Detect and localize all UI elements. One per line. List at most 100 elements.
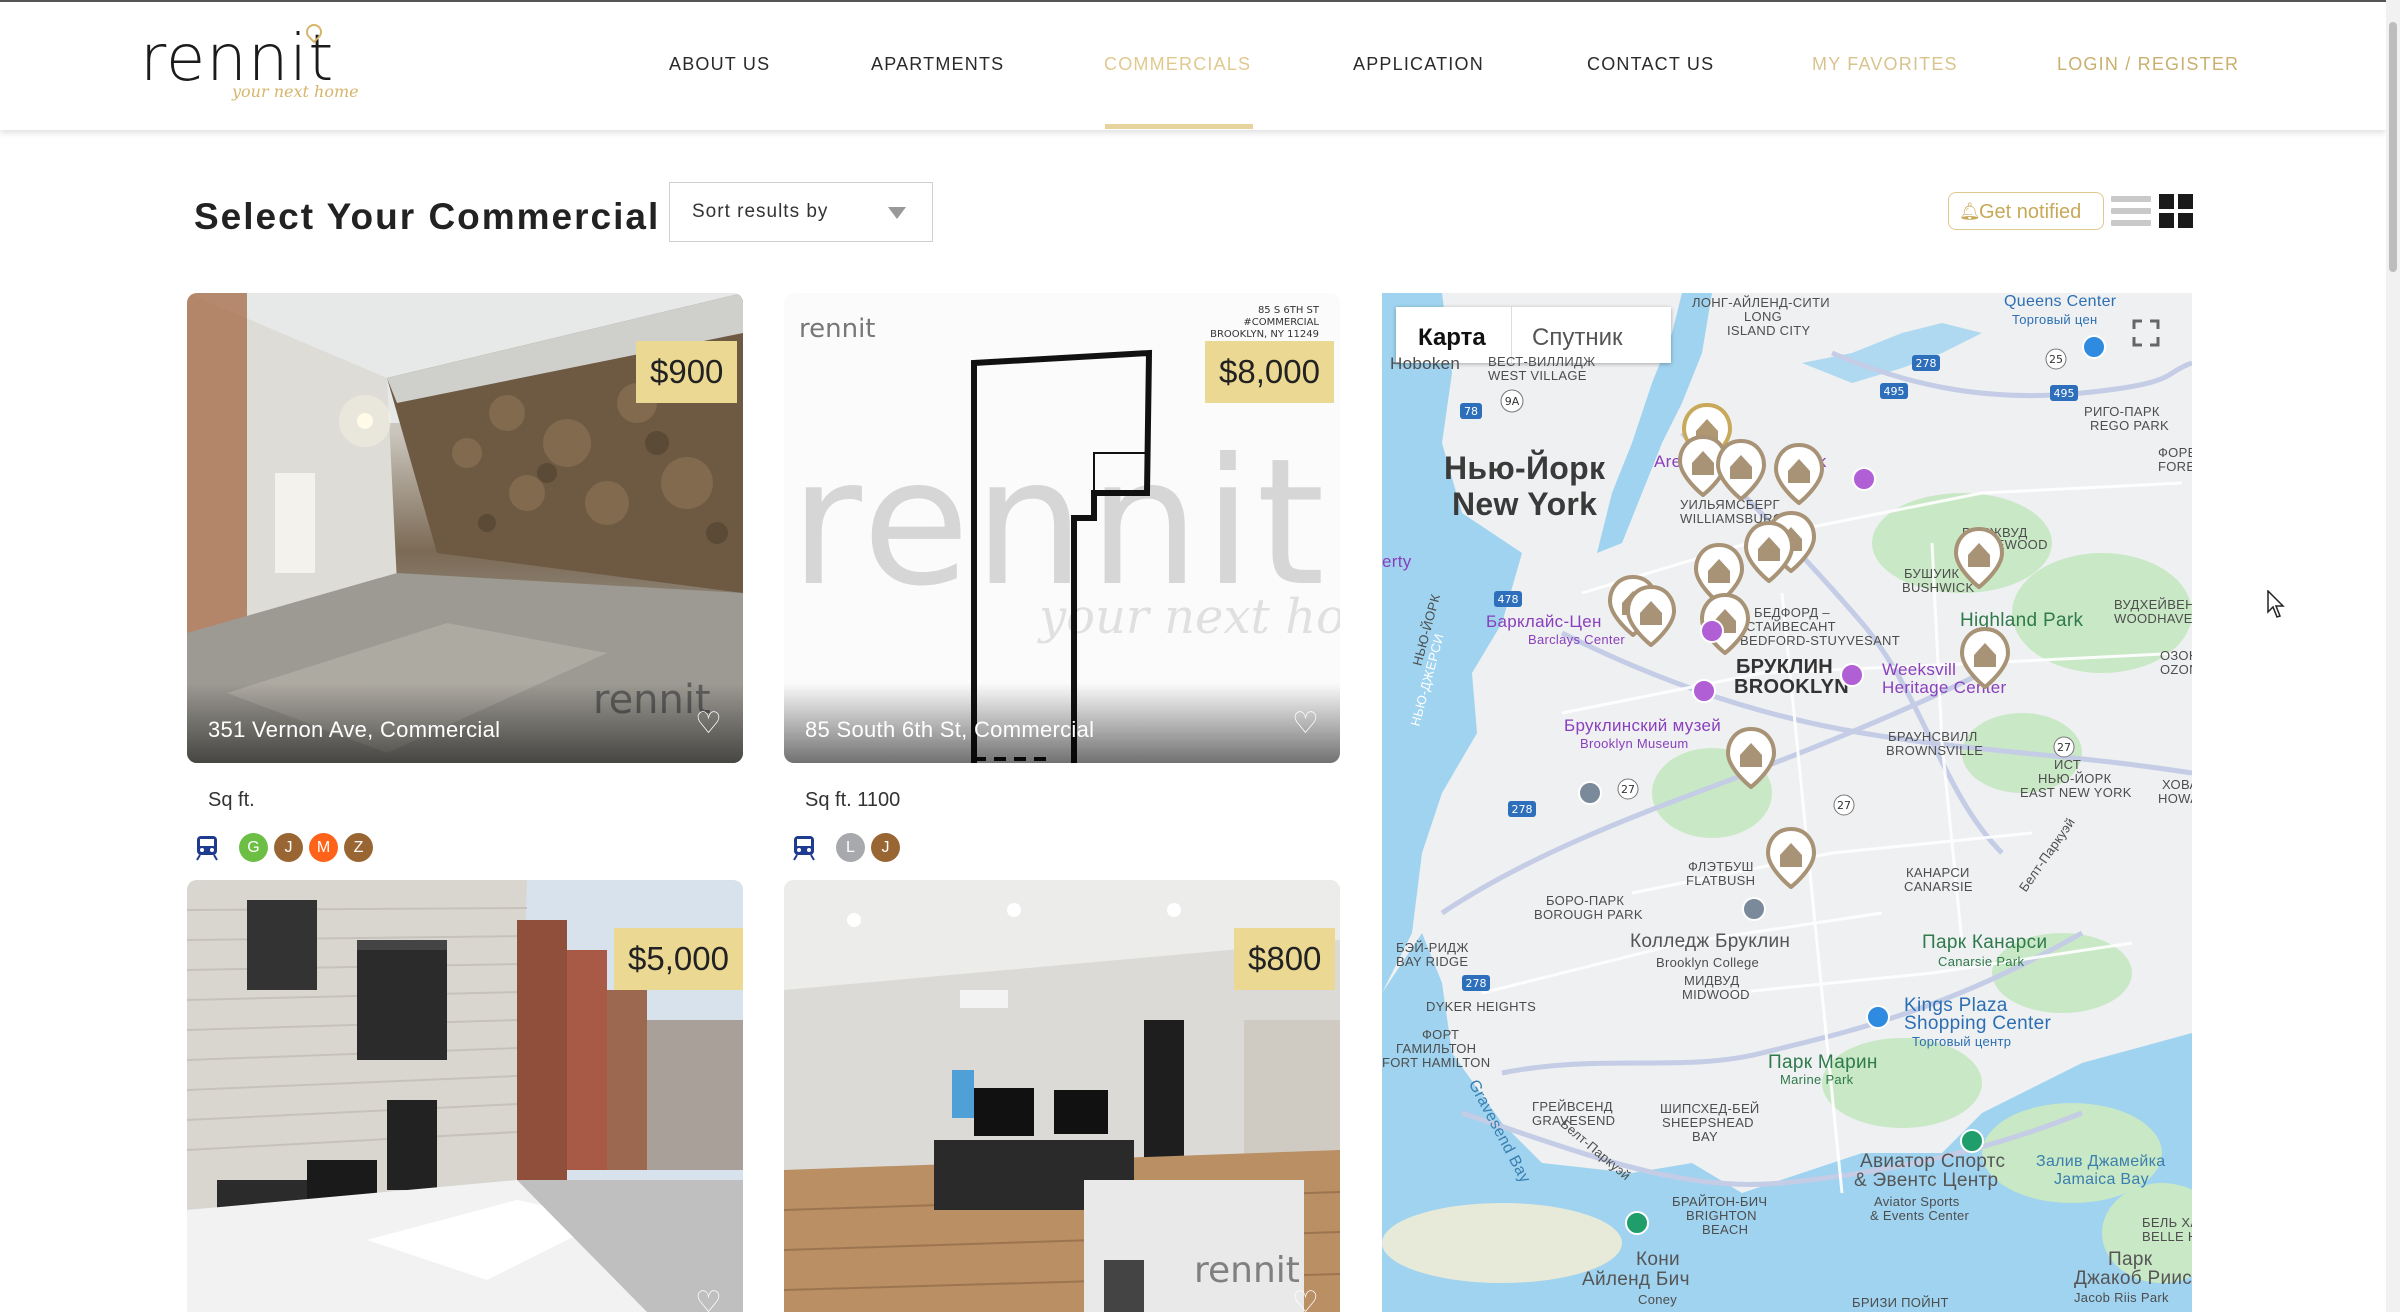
map-label: Queens Center bbox=[2004, 293, 2117, 310]
map-city-label: Нью-Йорк bbox=[1444, 450, 1606, 486]
favorite-heart-icon[interactable]: ♡ bbox=[695, 709, 725, 739]
subway-line-badge: G bbox=[239, 833, 268, 862]
listing-photo[interactable]: rennit $900 351 Vernon Ave, Commercial ♡ bbox=[187, 293, 743, 763]
subway-line-badge: Z bbox=[344, 833, 373, 862]
map-label: ГАМИЛЬТОН bbox=[1396, 1041, 1477, 1056]
favorite-heart-icon[interactable]: ♡ bbox=[1292, 709, 1322, 739]
favorite-heart-icon[interactable]: ♡ bbox=[695, 1288, 725, 1312]
map-label: BEACH bbox=[1702, 1222, 1749, 1237]
mouse-cursor-icon bbox=[2267, 590, 2285, 618]
listing-photo[interactable]: rennit 85 S 6TH ST #COMMERCIAL BROOKLYN,… bbox=[784, 293, 1340, 763]
map-label: Marine Park bbox=[1780, 1072, 1854, 1087]
map-label: ВЕСТ-ВИЛЛИДЖ bbox=[1488, 354, 1596, 369]
map-label: Canarsie Park bbox=[1938, 954, 2025, 969]
map-label: REGO PARK bbox=[2090, 418, 2170, 433]
map-label: КАНАРСИ bbox=[1906, 865, 1970, 880]
map-tab-satellite[interactable]: Спутник bbox=[1532, 324, 1622, 352]
poi-pin-icon[interactable] bbox=[1852, 467, 1876, 491]
map-label: LONG bbox=[1744, 309, 1783, 324]
grid-view-icon[interactable] bbox=[2159, 194, 2194, 229]
listing-sqft: Sq ft. 1100 bbox=[805, 789, 901, 811]
price-badge: $900 bbox=[636, 341, 738, 403]
map-label: БОРО-ПАРК bbox=[1546, 893, 1625, 908]
get-notified-label: Get notified bbox=[1979, 201, 2082, 223]
train-icon bbox=[196, 836, 218, 861]
map-fullscreen-icon[interactable] bbox=[2128, 315, 2164, 351]
sort-placeholder: Sort results by bbox=[692, 201, 829, 222]
subway-line-badge: L bbox=[836, 833, 865, 862]
nav-my-favorites[interactable]: MY FAVORITES bbox=[1812, 54, 1958, 75]
map-label: БУШУИК bbox=[1904, 566, 1960, 581]
poi-pin-icon[interactable] bbox=[1625, 1211, 1649, 1235]
nav-application[interactable]: APPLICATION bbox=[1353, 54, 1484, 75]
nav-login-register[interactable]: LOGIN / REGISTER bbox=[2057, 54, 2239, 75]
map-tab-map[interactable]: Карта bbox=[1418, 324, 1486, 352]
listing-title[interactable]: 85 South 6th St, Commercial bbox=[805, 717, 1094, 743]
sort-dropdown[interactable]: Sort results by bbox=[669, 182, 933, 242]
map-marker-icon[interactable] bbox=[1716, 439, 1766, 501]
map-label: БРАУНСВИЛЛ bbox=[1888, 729, 1978, 744]
map-label: Залив Джамейка bbox=[2036, 1153, 2166, 1170]
listing-photo[interactable]: $5,000 ♡ bbox=[187, 880, 743, 1312]
map-label: ИСТ bbox=[2054, 757, 2082, 772]
map-marker-icon[interactable] bbox=[1774, 443, 1824, 505]
map-label: ОЗОН bbox=[2160, 648, 2192, 663]
listing-title[interactable]: 351 Vernon Ave, Commercial bbox=[208, 717, 500, 743]
map-marker-icon[interactable] bbox=[1954, 527, 2004, 589]
map-label: Кони bbox=[1636, 1249, 1680, 1270]
price-badge: $800 bbox=[1234, 928, 1336, 990]
map-label: BRIGHTON bbox=[1686, 1208, 1757, 1223]
map-marker-icon[interactable] bbox=[1744, 521, 1794, 583]
map-marker-icon[interactable] bbox=[1726, 727, 1776, 789]
nav-apartments[interactable]: APARTMENTS bbox=[871, 54, 1004, 75]
nav-active-underline bbox=[1105, 124, 1253, 129]
poi-pin-icon[interactable] bbox=[1700, 619, 1724, 643]
plan-note-line: BROOKLYN, NY 11249 bbox=[1210, 329, 1319, 340]
poi-pin-icon[interactable] bbox=[1866, 1005, 1890, 1029]
poi-pin-icon[interactable] bbox=[1960, 1129, 1984, 1153]
map-label: ЛОНГ-АЙЛЕНД-СИТИ bbox=[1692, 295, 1830, 310]
map-marker-icon[interactable] bbox=[1626, 585, 1676, 647]
page-scrollbar[interactable] bbox=[2386, 0, 2400, 1312]
map-label: БЕЛЬ ХАР bbox=[2142, 1215, 2192, 1230]
map-label: BELLE HAR bbox=[2142, 1229, 2192, 1244]
bell-icon: 🔔︎ bbox=[1959, 202, 1981, 221]
map-label: CANARSIE bbox=[1904, 879, 1973, 894]
poi-pin-icon[interactable] bbox=[2082, 335, 2106, 359]
map-label: ХОВА bbox=[2162, 777, 2192, 792]
map-label: BAY RIDGE bbox=[1396, 954, 1469, 969]
listings-map[interactable]: Карта Спутник Queens Center Торговый цен… bbox=[1382, 293, 2192, 1312]
map-label: BEDFORD-STUYVESANT bbox=[1740, 633, 1900, 648]
get-notified-button[interactable]: 🔔︎ Get notified bbox=[1948, 192, 2104, 230]
map-label: BROWNSVILLE bbox=[1886, 743, 1984, 758]
train-icon bbox=[793, 836, 815, 861]
scrollbar-thumb[interactable] bbox=[2389, 22, 2397, 272]
map-label: ШИПСХЕД-БЕЙ bbox=[1660, 1101, 1760, 1116]
map-marker-icon[interactable] bbox=[1766, 827, 1816, 889]
listing-photo[interactable]: rennit $800 ♡ bbox=[784, 880, 1340, 1312]
map-label: HOWAR bbox=[2158, 791, 2192, 806]
map-label: Парк Марин bbox=[1768, 1052, 1878, 1073]
map-label: & Events Center bbox=[1870, 1208, 1970, 1223]
favorite-heart-icon[interactable]: ♡ bbox=[1292, 1288, 1322, 1312]
map-marker-icon[interactable] bbox=[1960, 627, 2010, 689]
subway-line-badge: J bbox=[274, 833, 303, 862]
map-label: БРАЙТОН-БИЧ bbox=[1672, 1194, 1768, 1209]
map-label: BROOKLYN bbox=[1734, 676, 1850, 698]
list-view-icon[interactable] bbox=[2111, 196, 2151, 228]
map-label: Джакоб Риис bbox=[2074, 1268, 2192, 1289]
map-label: ISLAND CITY bbox=[1727, 323, 1811, 338]
nav-contact-us[interactable]: CONTACT US bbox=[1587, 54, 1714, 75]
map-label: Барклайс-Цен bbox=[1486, 612, 1602, 631]
map-label: Парк Канарси bbox=[1922, 932, 2048, 953]
price-badge: $5,000 bbox=[614, 928, 743, 990]
poi-pin-icon[interactable] bbox=[1840, 663, 1864, 687]
map-label: FLATBUSH bbox=[1686, 873, 1756, 888]
poi-pin-icon[interactable] bbox=[1692, 679, 1716, 703]
map-label: Колледж Бруклин bbox=[1630, 931, 1791, 952]
poi-pin-icon[interactable] bbox=[1578, 781, 1602, 805]
poi-pin-icon[interactable] bbox=[1742, 897, 1766, 921]
map-label: Coney bbox=[1638, 1292, 1678, 1307]
nav-commercials[interactable]: COMMERCIALS bbox=[1104, 54, 1251, 75]
nav-about-us[interactable]: ABOUT US bbox=[669, 54, 770, 75]
